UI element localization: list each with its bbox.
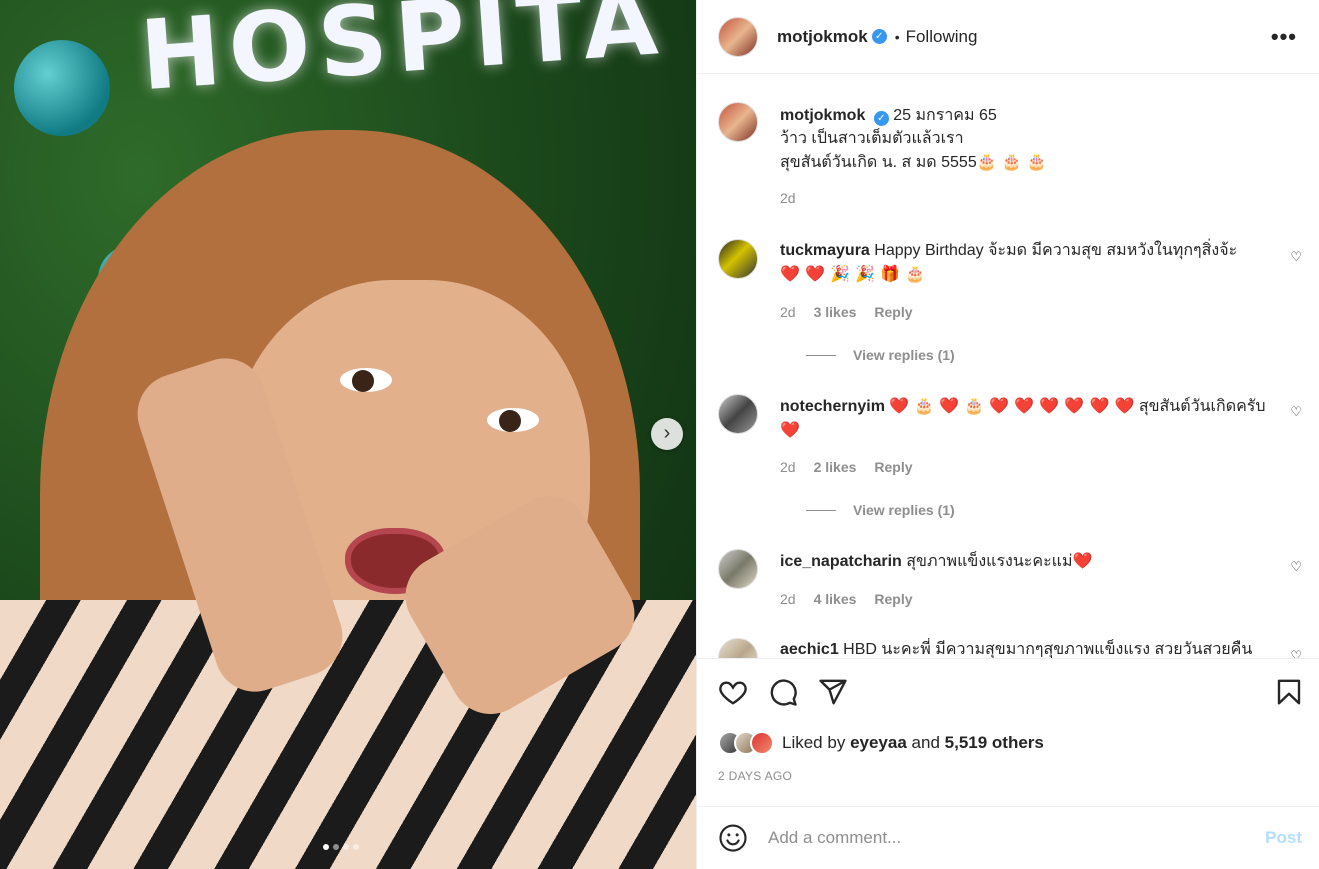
author-username[interactable]: motjokmok <box>777 27 868 47</box>
add-comment-bar: Post <box>697 806 1319 869</box>
view-replies-button[interactable]: View replies (1) <box>806 347 955 363</box>
avatar <box>750 731 774 755</box>
comment-body: aechic1 HBD นะคะพี่ มีความสุขมากๆสุขภาพแ… <box>780 638 1280 658</box>
hospital-sign: HOSPITA <box>136 0 669 113</box>
caption-line-1: ว้าว เป็นสาวเต็มตัวแล้วเรา <box>780 130 964 147</box>
comment: aechic1 HBD นะคะพี่ มีความสุขมากๆสุขภาพแ… <box>718 638 1308 658</box>
comment-icon[interactable] <box>768 677 798 707</box>
reply-button[interactable]: Reply <box>874 591 912 607</box>
comment-like-icon[interactable]: ♡ <box>1290 559 1302 575</box>
carousel-dot-active <box>323 844 329 850</box>
comment-body: tuckmayura Happy Birthday จ้ะมด มีความสุ… <box>780 239 1280 286</box>
verified-icon: ✓ <box>871 29 887 44</box>
carousel-dot <box>333 844 339 850</box>
caption: motjokmok ✓ 25 มกราคม 65 ว้าว เป็นสาวเต็… <box>718 102 1308 212</box>
comment-username[interactable]: notechernyim <box>780 398 885 415</box>
post-actions: Liked by eyeyaa and 5,519 others 2 DAYS … <box>697 658 1319 806</box>
post-time[interactable]: 2 DAYS AGO <box>718 769 792 783</box>
avatar[interactable] <box>718 638 758 658</box>
comment-input[interactable] <box>768 828 1238 848</box>
comment-username[interactable]: ice_napatcharin <box>780 553 902 570</box>
comment-time: 2d <box>780 591 796 607</box>
comment-body: ice_napatcharin สุขภาพแข็งแรงนะคะแม่❤️ <box>780 549 1280 573</box>
avatar[interactable] <box>718 102 758 142</box>
comment-username[interactable]: aechic1 <box>780 641 839 658</box>
comment-text: HBD นะคะพี่ มีความสุขมากๆสุขภาพแข็งแรง ส… <box>843 641 1253 658</box>
left-eye <box>340 368 392 392</box>
caption-time: 2d <box>780 190 796 206</box>
reply-button[interactable]: Reply <box>874 459 912 475</box>
view-replies-label: View replies (1) <box>853 347 955 363</box>
liked-by-user[interactable]: eyeyaa <box>850 733 907 752</box>
comment-meta: 2d 2 likes Reply <box>780 459 913 475</box>
comment: ice_napatcharin สุขภาพแข็งแรงนะคะแม่❤️ ♡… <box>718 549 1308 639</box>
heart-icon[interactable] <box>718 677 748 707</box>
liked-by-text: Liked by eyeyaa and 5,519 others <box>782 733 1044 753</box>
bookmark-icon[interactable] <box>1274 677 1304 707</box>
comment-text: Happy Birthday จ้ะมด มีความสุข สมหวังในท… <box>874 242 1238 259</box>
more-horizontal-icon[interactable]: ••• <box>1271 24 1297 50</box>
comment: notechernyim ❤️ 🎂 ❤️ 🎂 ❤️ ❤️ ❤️ ❤️ ❤️ ❤️… <box>718 394 1308 544</box>
comment-likes[interactable]: 4 likes <box>814 591 857 607</box>
caption-meta: 2d <box>780 190 796 206</box>
view-replies-label: View replies (1) <box>853 502 955 518</box>
comment-likes[interactable]: 3 likes <box>814 304 857 320</box>
avatar[interactable] <box>718 16 758 57</box>
reply-button[interactable]: Reply <box>874 304 912 320</box>
heart-emoji: ❤️ <box>780 420 800 439</box>
post-photo: HOSPITA › <box>0 0 696 869</box>
comment: tuckmayura Happy Birthday จ้ะมด มีความสุ… <box>718 239 1308 389</box>
carousel-dot <box>343 844 349 850</box>
comment-body: notechernyim ❤️ 🎂 ❤️ 🎂 ❤️ ❤️ ❤️ ❤️ ❤️ ❤️… <box>780 394 1280 442</box>
post-detail-panel: motjokmok ✓ • Following ••• motjokmok ✓ … <box>696 0 1319 869</box>
avatar[interactable] <box>718 394 758 434</box>
carousel-dot <box>353 844 359 850</box>
comment-text: สุขสันต์วันเกิดครับ <box>1138 398 1266 415</box>
comment-meta: 2d 4 likes Reply <box>780 591 913 607</box>
liked-by-others[interactable]: 5,519 others <box>945 733 1044 752</box>
comment-username[interactable]: tuckmayura <box>780 242 870 259</box>
comment-like-icon[interactable]: ♡ <box>1290 648 1302 658</box>
ornament <box>14 40 110 136</box>
comment-text: สุขภาพแข็งแรงนะคะแม่ <box>906 553 1073 570</box>
liked-by-prefix: Liked by <box>782 733 846 752</box>
comments-list[interactable]: motjokmok ✓ 25 มกราคม 65 ว้าว เป็นสาวเต็… <box>697 74 1319 658</box>
cake-icon: 🎂 🎂 🎂 <box>976 152 1047 171</box>
carousel-indicator <box>323 844 359 850</box>
view-replies-button[interactable]: View replies (1) <box>806 502 955 518</box>
next-photo-button[interactable]: › <box>651 418 683 450</box>
verified-icon: ✓ <box>873 111 889 126</box>
divider-line <box>806 354 836 356</box>
post-header: motjokmok ✓ • Following ••• <box>697 0 1319 74</box>
following-button[interactable]: Following <box>906 27 978 47</box>
comment-like-icon[interactable]: ♡ <box>1290 249 1302 265</box>
caption-body: motjokmok ✓ 25 มกราคม 65 ว้าว เป็นสาวเต็… <box>780 104 1280 174</box>
chevron-right-icon: › <box>663 422 671 444</box>
emoji-row: ❤️ 🎂 ❤️ 🎂 ❤️ ❤️ ❤️ ❤️ ❤️ ❤️ <box>889 396 1135 415</box>
liked-by: Liked by eyeyaa and 5,519 others <box>718 731 1044 755</box>
avatar[interactable] <box>718 239 758 279</box>
caption-date: 25 มกราคม 65 <box>893 107 997 124</box>
caption-line-2: สุขสันต์วันเกิด น. ส มด 5555 <box>780 154 977 171</box>
comment-time: 2d <box>780 459 796 475</box>
liked-by-and: and <box>911 733 940 752</box>
comment-meta: 2d 3 likes Reply <box>780 304 913 320</box>
smiley-icon[interactable] <box>718 823 748 853</box>
separator-dot: • <box>894 28 900 45</box>
caption-username[interactable]: motjokmok <box>780 107 865 124</box>
emoji-row: ❤️ ❤️ 🎉 🎉 🎁 🎂 <box>780 264 925 283</box>
send-icon[interactable] <box>818 677 848 707</box>
post-button[interactable]: Post <box>1265 828 1302 848</box>
comment-likes[interactable]: 2 likes <box>814 459 857 475</box>
divider-line <box>806 509 836 511</box>
heart-emoji: ❤️ <box>1072 551 1093 570</box>
comment-like-icon[interactable]: ♡ <box>1290 404 1302 420</box>
right-eye <box>487 408 539 432</box>
comment-time: 2d <box>780 304 796 320</box>
avatar[interactable] <box>718 549 758 589</box>
